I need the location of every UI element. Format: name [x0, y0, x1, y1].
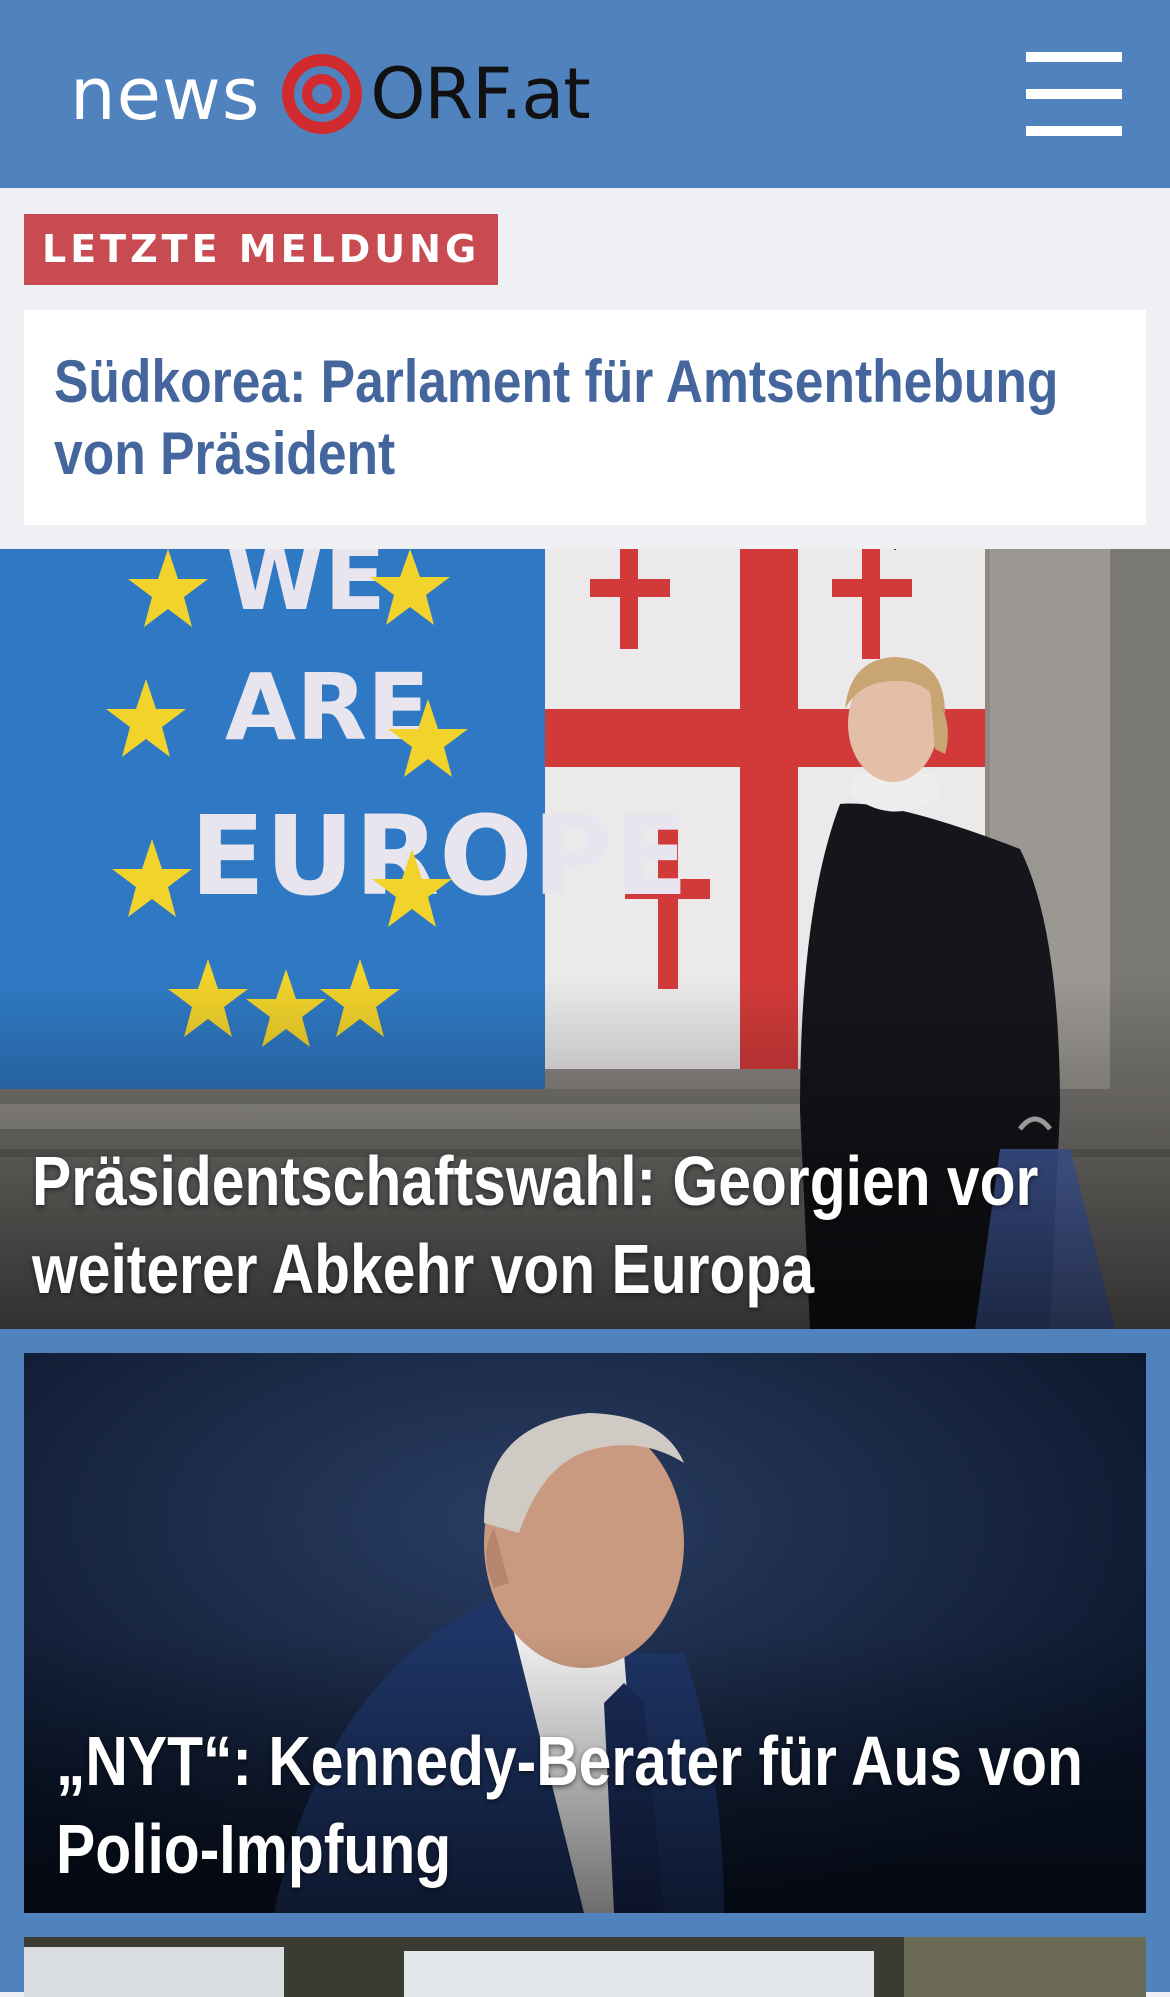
story-headline[interactable]: „NYT“: Kennedy-Berater für Aus von Polio… — [56, 1717, 1146, 1893]
hamburger-menu-icon[interactable] — [1026, 52, 1122, 136]
breaking-news-headline[interactable]: Südkorea: Parlament für Amtsenthebung vo… — [54, 346, 1086, 490]
next-story-photo — [24, 1937, 1146, 1997]
story-headline[interactable]: Präsidentschaftswahl: Georgien vor weite… — [32, 1137, 1158, 1313]
breaking-news-badge: LETZTE MELDUNG — [24, 214, 499, 285]
logo-orf-text: ORF.at — [370, 53, 590, 135]
breaking-news-card[interactable]: Südkorea: Parlament für Amtsenthebung vo… — [24, 310, 1146, 525]
story-card-georgia[interactable]: WE ARE EUROPE — [0, 549, 1170, 1329]
orf-target-icon — [280, 52, 364, 136]
story-card-next[interactable] — [24, 1937, 1146, 1997]
logo-news-text: news — [70, 52, 261, 136]
news-orf-logo[interactable]: news ORF.at — [70, 48, 591, 140]
app-header: news ORF.at — [0, 0, 1170, 188]
story-card-kennedy[interactable]: „NYT“: Kennedy-Berater für Aus von Polio… — [24, 1353, 1146, 1913]
